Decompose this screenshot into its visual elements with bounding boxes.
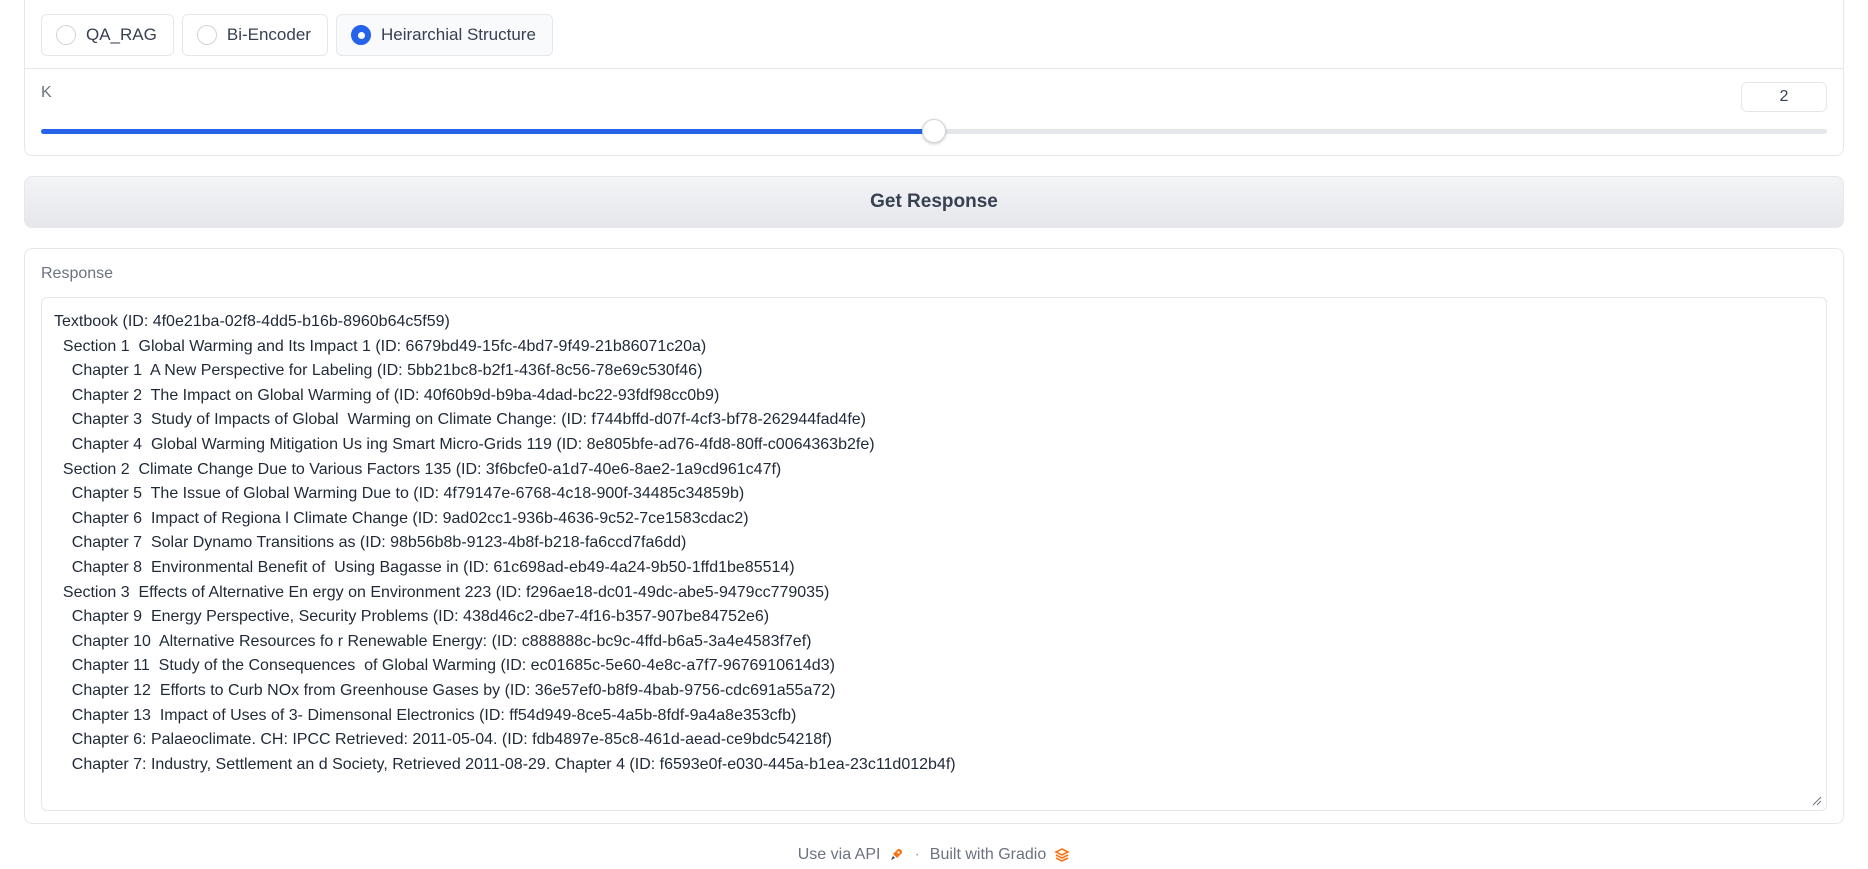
response-line: Chapter 11 Study of the Consequences of … xyxy=(54,657,835,675)
response-line: Chapter 12 Efforts to Curb NOx from Gree… xyxy=(54,681,836,699)
k-label: K xyxy=(41,84,52,101)
response-line: Chapter 13 Impact of Uses of 3- Dimenson… xyxy=(54,706,797,724)
response-line: Section 1 Global Warming and Its Impact … xyxy=(54,337,707,355)
retriever-settings-panel: QA_RAG Bi-Encoder Heirarchial Structure … xyxy=(24,0,1844,156)
radio-label: Bi-Encoder xyxy=(226,25,311,44)
radio-circle-icon[interactable] xyxy=(56,25,76,45)
get-response-button[interactable]: Get Response xyxy=(24,176,1844,228)
response-line: Section 3 Effects of Alternative En ergy… xyxy=(54,583,830,601)
radio-label: QA_RAG xyxy=(86,25,157,44)
response-line: Section 2 Climate Change Due to Various … xyxy=(54,460,782,478)
response-line: Chapter 6 Impact of Regiona l Climate Ch… xyxy=(54,509,749,527)
response-line: Chapter 2 The Impact on Global Warming o… xyxy=(54,386,720,404)
response-line: Chapter 7 Solar Dynamo Transitions as (I… xyxy=(54,534,687,552)
k-slider-fill xyxy=(41,129,934,134)
response-line: Chapter 4 Global Warming Mitigation Us i… xyxy=(54,435,875,453)
response-line: Chapter 6: Palaeoclimate. CH: IPCC Retri… xyxy=(54,731,832,749)
radio-selected-icon[interactable] xyxy=(350,25,371,45)
built-with-gradio-label: Built with Gradio xyxy=(929,846,1047,863)
rocket-icon xyxy=(891,849,903,860)
resize-handle-icon[interactable] xyxy=(1810,794,1822,806)
use-via-api-label: Use via API xyxy=(797,846,881,863)
radio-option-qa-rag[interactable]: QA_RAG xyxy=(41,14,174,56)
radio-option-heirarchial-structure[interactable]: Heirarchial Structure xyxy=(335,14,553,56)
response-line: Chapter 3 Study of Impacts of Global War… xyxy=(54,411,866,429)
divider xyxy=(25,68,1843,69)
response-label: Response xyxy=(41,265,114,282)
retriever-radio-group: QA_RAG Bi-Encoder Heirarchial Structure xyxy=(41,14,553,56)
response-panel: Response Textbook (ID: 4f0e21ba-02f8-4dd… xyxy=(24,248,1844,824)
response-line: Chapter 10 Alternative Resources fo r Re… xyxy=(54,632,812,650)
response-line: Chapter 1 A New Perspective for Labeling… xyxy=(54,362,703,380)
response-line: Chapter 7: Industry, Settlement an d Soc… xyxy=(54,755,956,773)
footer-separator: · xyxy=(914,846,920,863)
k-number-input[interactable]: 2 xyxy=(1741,82,1827,112)
k-slider-thumb[interactable] xyxy=(922,119,946,143)
radio-option-bi-encoder[interactable]: Bi-Encoder xyxy=(181,14,328,56)
response-line: Textbook (ID: 4f0e21ba-02f8-4dd5-b16b-89… xyxy=(54,313,450,330)
response-line: Chapter 5 The Issue of Global Warming Du… xyxy=(54,485,745,503)
response-line: Chapter 8 Environmental Benefit of Using… xyxy=(54,558,795,576)
use-via-api-link[interactable]: Use via API xyxy=(798,846,905,864)
radio-label: Heirarchial Structure xyxy=(380,25,536,44)
gradio-logo-icon xyxy=(1054,848,1071,862)
response-textarea[interactable]: Textbook (ID: 4f0e21ba-02f8-4dd5-b16b-89… xyxy=(41,297,1827,811)
k-slider-track[interactable] xyxy=(41,119,1827,143)
response-line: Chapter 9 Energy Perspective, Security P… xyxy=(54,608,770,626)
radio-circle-icon[interactable] xyxy=(196,25,217,45)
footer: Use via API · Built with Gradio xyxy=(0,846,1868,864)
built-with-gradio-link[interactable]: Built with Gradio xyxy=(930,846,1071,864)
app-page: QA_RAG Bi-Encoder Heirarchial Structure … xyxy=(0,0,1868,869)
